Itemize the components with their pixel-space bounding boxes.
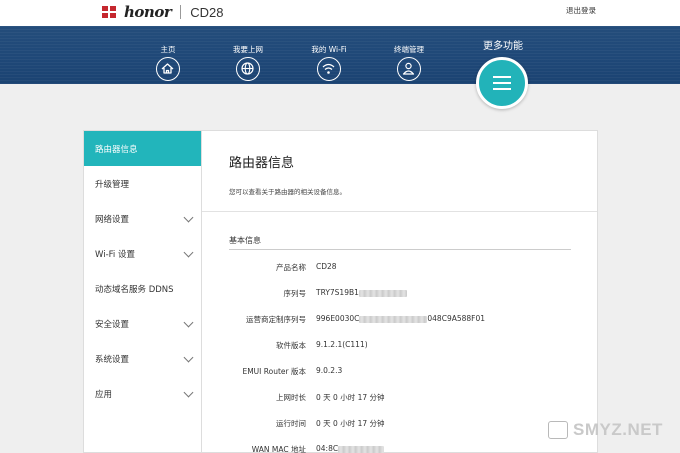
sidebar-item-apps[interactable]: 应用 (84, 376, 202, 411)
logout-link[interactable]: 退出登录 (566, 5, 596, 16)
section-title: 基本信息 (229, 236, 261, 245)
brand-name: honor (124, 3, 172, 21)
watermark-text: SMYZ.NET (573, 420, 663, 439)
uptime-value: 0 天 0 小时 17 分钟 (316, 419, 385, 428)
redacted-mask (358, 289, 407, 297)
sidebar-item-wifi[interactable]: Wi-Fi 设置 (84, 236, 202, 271)
sidebar-item-network[interactable]: 网络设置 (84, 201, 202, 236)
page-description: 您可以查看关于路由器的相关设备信息。 (229, 188, 346, 196)
sidebar-item-label: 安全设置 (95, 319, 130, 330)
row-label: 产品名称 (276, 263, 306, 272)
sidebar-item-label: 路由器信息 (95, 144, 138, 155)
chevron-down-icon (183, 212, 194, 223)
watermark-icon (548, 421, 568, 439)
sidebar: 路由器信息 升级管理 网络设置 Wi-Fi 设置 动态域名服务 DDNS 安全设… (83, 130, 202, 453)
menu-icon[interactable] (476, 57, 528, 109)
row-label: 运行时间 (276, 419, 306, 428)
sidebar-item-label: Wi-Fi 设置 (95, 249, 135, 260)
logo-divider (180, 5, 182, 19)
nav-home-label[interactable]: 主页 (138, 44, 198, 55)
row-label: WAN MAC 地址 (251, 445, 306, 453)
sidebar-item-upgrade[interactable]: 升级管理 (84, 166, 202, 201)
row-label: 软件版本 (276, 341, 306, 350)
user-icon[interactable] (397, 57, 421, 81)
row-label: 序列号 (283, 289, 307, 298)
sidebar-item-label: 网络设置 (95, 214, 130, 225)
sidebar-item-security[interactable]: 安全设置 (84, 306, 202, 341)
chevron-down-icon (183, 317, 194, 328)
redacted-mask (359, 315, 428, 323)
operator-serial-suffix: 048C9A588F01 (427, 314, 486, 323)
nav-internet-label[interactable]: 我要上网 (218, 44, 278, 55)
router-info-panel: 路由器信息 您可以查看关于路由器的相关设备信息。 基本信息 产品名称 CD28 … (201, 130, 598, 453)
sidebar-item-label: 动态域名服务 DDNS (95, 284, 174, 295)
row-label: EMUI Router 版本 (242, 367, 306, 376)
top-bar: honor CD28 退出登录 (0, 0, 680, 26)
wifi-icon[interactable] (317, 57, 341, 81)
software-version-value: 9.1.2.1(C111) (316, 340, 368, 349)
nav-wifi-label[interactable]: 我的 Wi-Fi (299, 44, 359, 55)
main-nav (0, 26, 680, 84)
chevron-down-icon (183, 387, 194, 398)
home-icon[interactable] (156, 57, 180, 81)
sidebar-item-system[interactable]: 系统设置 (84, 341, 202, 376)
divider (202, 211, 597, 212)
more-functions-label[interactable]: 更多功能 (471, 37, 535, 52)
redacted-mask (338, 445, 385, 453)
wan-mac-value: 04:8C (316, 444, 385, 453)
serial-number-value: TRY7S19B1 (316, 288, 407, 297)
sidebar-item-router-info[interactable]: 路由器信息 (84, 131, 202, 166)
chevron-down-icon (183, 247, 194, 258)
brand-logo: honor CD28 (102, 3, 223, 21)
emui-version-value: 9.0.2.3 (316, 366, 343, 375)
section-divider (229, 249, 571, 250)
sidebar-item-label: 升级管理 (95, 179, 130, 190)
honor-logo-icon (102, 5, 120, 19)
online-duration-value: 0 天 0 小时 17 分钟 (316, 393, 385, 402)
page-title: 路由器信息 (229, 156, 295, 171)
globe-icon[interactable] (236, 57, 260, 81)
row-label: 上网时长 (276, 393, 306, 402)
sidebar-item-ddns[interactable]: 动态域名服务 DDNS (84, 271, 202, 306)
wan-mac-visible: 04:8C (316, 444, 339, 453)
device-model: CD28 (190, 4, 224, 20)
serial-number-visible: TRY7S19B1 (316, 288, 359, 297)
product-name-value: CD28 (316, 262, 337, 271)
sidebar-item-label: 系统设置 (95, 354, 130, 365)
operator-serial-prefix: 996E0030C (316, 314, 360, 323)
operator-serial-value: 996E0030C 048C9A588F01 (316, 314, 485, 323)
row-label: 运营商定制序列号 (246, 315, 306, 324)
nav-devices-label[interactable]: 终端管理 (379, 44, 439, 55)
watermark: SMYZ.NET (548, 420, 663, 440)
chevron-down-icon (183, 352, 194, 363)
sidebar-item-label: 应用 (95, 389, 113, 400)
